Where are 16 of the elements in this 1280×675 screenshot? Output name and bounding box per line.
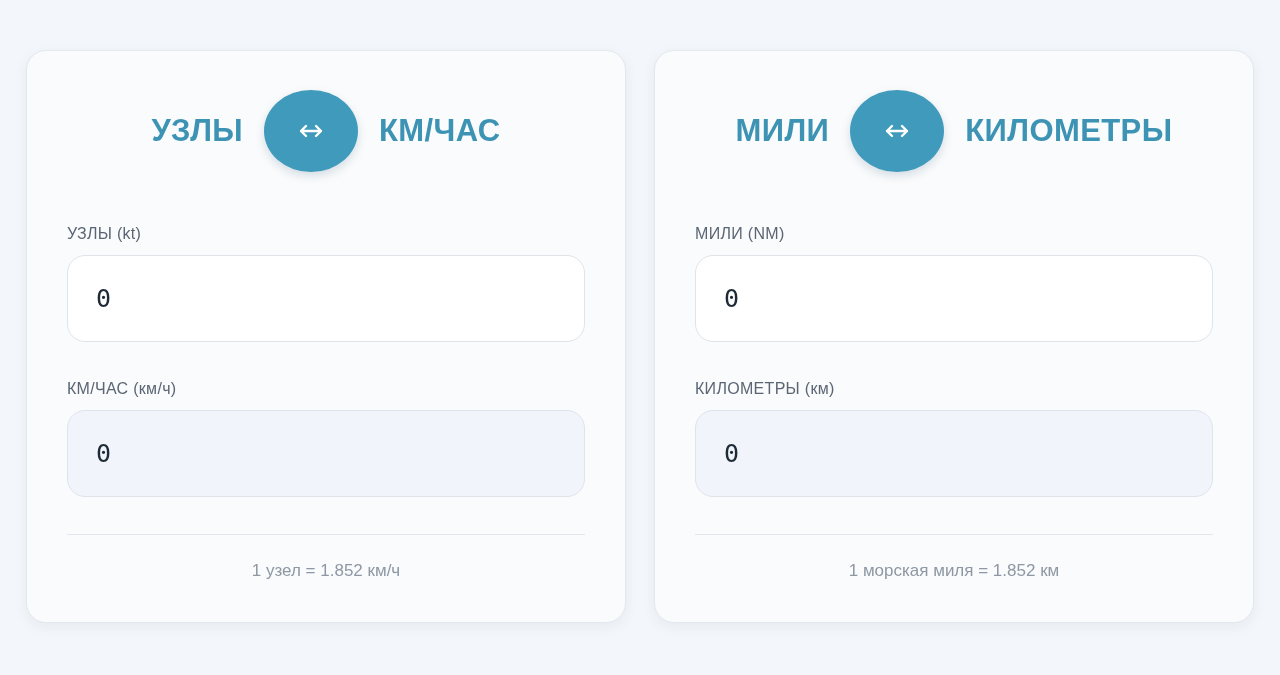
left-right-arrow-icon [885,124,910,138]
field-label: МИЛИ (NM) [695,224,785,244]
left-right-arrow-icon [299,124,324,138]
conversion-note: 1 узел = 1.852 км/ч [250,561,402,581]
result-field[interactable]: 0 [67,410,585,497]
field-label: КМ/ЧАС (км/ч) [67,379,177,399]
field-label: УЗЛЫ (kt) [67,224,142,244]
number-input[interactable]: 0 [67,255,585,342]
unit-title: КИЛОМЕТРЫ [965,113,1173,149]
result-field[interactable]: 0 [695,410,1213,497]
unit-title: КМ/ЧАС [379,113,501,149]
field-label: КИЛОМЕТРЫ (км) [695,379,835,399]
unit-title: МИЛИ [735,113,830,149]
conversion-note: 1 морская миля = 1.852 км [847,561,1061,581]
number-input[interactable]: 0 [695,255,1213,342]
unit-title: УЗЛЫ [151,113,244,149]
